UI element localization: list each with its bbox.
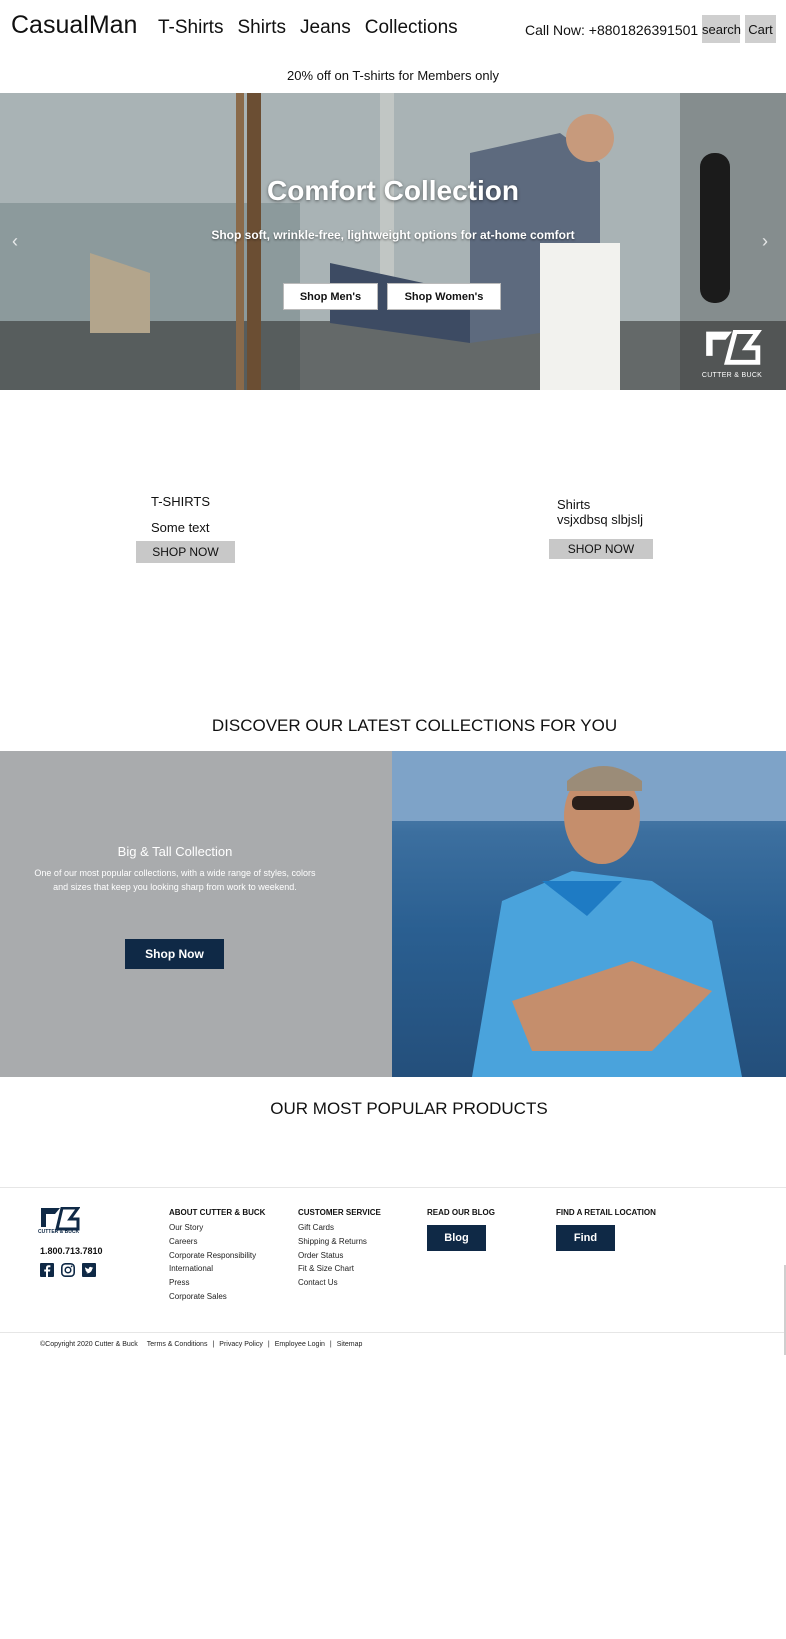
footer-retail-heading: FIND A RETAIL LOCATION [556, 1208, 656, 1217]
footer-link[interactable]: Order Status [298, 1249, 381, 1263]
nav-jeans[interactable]: Jeans [300, 17, 351, 39]
social-links [40, 1263, 96, 1277]
copyright-text: ©Copyright 2020 Cutter & Buck [40, 1341, 138, 1348]
terms-link[interactable]: Terms & Conditions [147, 1341, 208, 1348]
footer-link[interactable]: Corporate Responsibility [169, 1249, 265, 1263]
footer-retail-column: FIND A RETAIL LOCATION [556, 1208, 656, 1221]
nav-tshirts[interactable]: T-Shirts [158, 17, 223, 39]
carousel-next-icon[interactable]: › [762, 231, 768, 252]
feature-banner: Big & Tall Collection One of our most po… [0, 751, 786, 1077]
footer-legal-bar: ©Copyright 2020 Cutter & Buck Terms & Co… [40, 1341, 362, 1348]
legal-separator: | [212, 1341, 215, 1348]
footer-about-heading: ABOUT CUTTER & BUCK [169, 1208, 266, 1217]
feature-photo [392, 751, 786, 1077]
footer-link[interactable]: Fit & Size Chart [298, 1262, 381, 1276]
privacy-link[interactable]: Privacy Policy [219, 1341, 263, 1348]
footer-service-column: CUSTOMER SERVICE Gift Cards Shipping & R… [298, 1208, 381, 1290]
footer-blog-column: READ OUR BLOG [427, 1208, 495, 1221]
twitter-icon[interactable] [82, 1263, 96, 1277]
nav-shirts[interactable]: Shirts [237, 17, 286, 39]
footer-blog-heading: READ OUR BLOG [427, 1208, 495, 1217]
category-shirts: Shirts vsjxdbsq slbjslj [557, 497, 643, 527]
footer-link[interactable]: Contact Us [298, 1276, 381, 1290]
category-tshirts: T-SHIRTS Some text [151, 494, 210, 535]
footer-link[interactable]: Gift Cards [298, 1221, 381, 1235]
hero-carousel: Comfort Collection Shop soft, wrinkle-fr… [0, 93, 786, 390]
hero-logo-text: CUTTER & BUCK [701, 372, 763, 379]
find-button[interactable]: Find [556, 1225, 615, 1251]
feature-shop-now-button[interactable]: Shop Now [125, 939, 224, 969]
footer-link[interactable]: Careers [169, 1235, 265, 1249]
category-text: Some text [151, 520, 210, 535]
shop-womens-button[interactable]: Shop Women's [387, 283, 501, 310]
sitemap-link[interactable]: Sitemap [337, 1341, 363, 1348]
employee-login-link[interactable]: Employee Login [275, 1341, 325, 1348]
footer-link[interactable]: Press [169, 1276, 265, 1290]
feature-image [392, 751, 786, 1077]
legal-separator: | [329, 1341, 332, 1348]
category-text: vsjxdbsq slbjslj [557, 512, 643, 527]
footer-service-heading: CUSTOMER SERVICE [298, 1208, 381, 1217]
shop-now-shirts-button[interactable]: SHOP NOW [549, 539, 653, 559]
cart-button[interactable]: Cart [745, 15, 776, 43]
footer-divider [0, 1187, 786, 1188]
shop-mens-button[interactable]: Shop Men's [283, 283, 378, 310]
footer-link[interactable]: Our Story [169, 1221, 265, 1235]
feature-description: One of our most popular collections, wit… [34, 868, 316, 892]
call-now-text: Call Now: +8801826391501 [525, 22, 699, 38]
search-button[interactable]: search [702, 15, 741, 43]
cutter-buck-logo-icon [706, 330, 762, 365]
footer-link[interactable]: Shipping & Returns [298, 1235, 381, 1249]
hero-subtitle: Shop soft, wrinkle-free, lightweight opt… [211, 228, 575, 242]
hero-title: Comfort Collection [267, 175, 519, 206]
category-title: Shirts [557, 497, 591, 512]
discover-heading: DISCOVER OUR LATEST COLLECTIONS FOR YOU [211, 716, 618, 735]
footer-logo-text: CUTTER & BUCK [38, 1229, 80, 1235]
footer-about-column: ABOUT CUTTER & BUCK Our Story Careers Co… [169, 1208, 265, 1304]
shop-now-tshirts-button[interactable]: SHOP NOW [136, 541, 235, 563]
footer-link[interactable]: Corporate Sales [169, 1290, 265, 1304]
main-nav: T-Shirts Shirts Jeans Collections [158, 17, 458, 39]
feature-text-panel: Big & Tall Collection One of our most po… [0, 751, 392, 1077]
footer-bottom-divider [0, 1332, 786, 1333]
footer-phone[interactable]: 1.800.713.7810 [40, 1246, 103, 1256]
blog-button[interactable]: Blog [427, 1225, 486, 1251]
popular-products-heading: OUR MOST POPULAR PRODUCTS [270, 1099, 548, 1118]
brand-logo[interactable]: CasualMan [11, 11, 137, 40]
facebook-icon[interactable] [40, 1263, 54, 1277]
feature-title: Big & Tall Collection [117, 844, 233, 859]
category-title: T-SHIRTS [151, 494, 210, 509]
site-header: CasualMan T-Shirts Shirts Jeans Collecti… [0, 0, 786, 60]
legal-separator: | [267, 1341, 270, 1348]
footer-link[interactable]: International [169, 1262, 265, 1276]
nav-collections[interactable]: Collections [365, 17, 458, 39]
promo-banner: 20% off on T-shirts for Members only [287, 68, 499, 83]
instagram-icon[interactable] [61, 1263, 75, 1277]
carousel-prev-icon[interactable]: ‹ [12, 231, 18, 252]
